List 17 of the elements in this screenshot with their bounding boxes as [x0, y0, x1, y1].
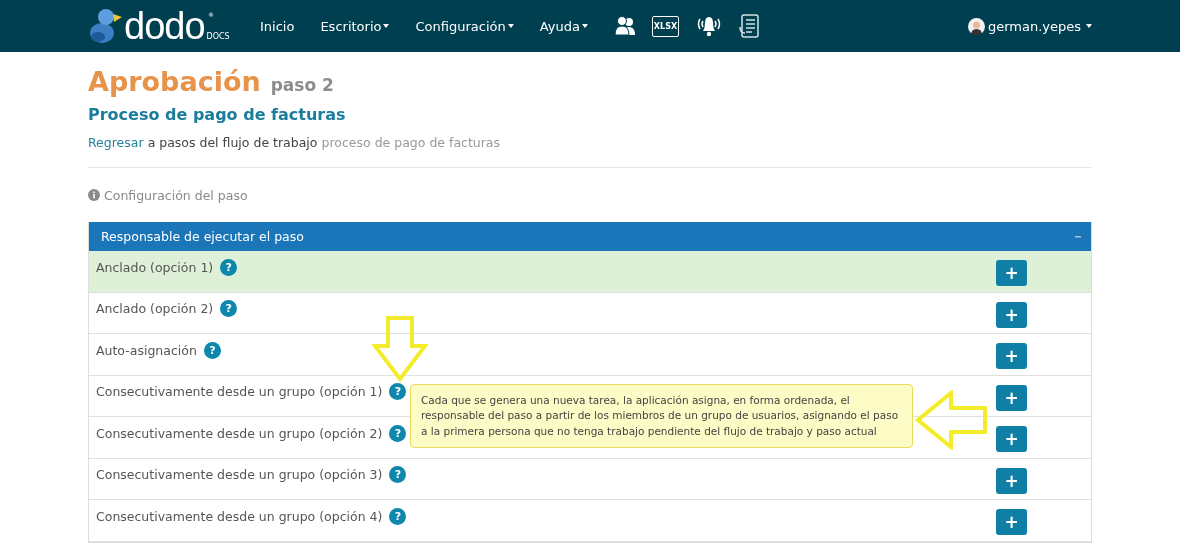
logo-text: dodo	[124, 7, 205, 45]
logo-subtext: DOCS	[206, 32, 230, 41]
option-label: Auto-asignación	[96, 342, 197, 358]
tooltip: Cada que se genera una nueva tarea, la aplicación asigna, en forma ordenada, el responsable del paso a partir de los miembros de un grupo de usuarios, asignando el paso a la primera persona que no tenga trabajo pendiente del flujo de trabajo y paso actual	[410, 383, 913, 448]
workflow-name: proceso de pago de facturas	[321, 135, 501, 150]
section-label: Configuración del paso	[104, 187, 248, 203]
breadcrumb-text: a pasos del flujo de trabajo	[147, 135, 318, 150]
option-label: Consecutivamente desde un grupo (opción 1)	[96, 384, 383, 400]
panel-title: Responsable de ejecutar el paso	[101, 229, 304, 244]
step-label: paso 2	[270, 75, 334, 95]
option-label: Anclado (opción 2)	[96, 301, 214, 317]
option-label: Consecutivamente desde un grupo (opción 2)	[96, 425, 383, 441]
page-title: Aprobación	[88, 66, 261, 97]
option-label: Anclado (opción 1)	[96, 259, 214, 275]
workflow-title: Proceso de pago de facturas	[88, 105, 347, 124]
option-label: Consecutivamente desde un grupo (opción 3)	[96, 467, 383, 483]
option-label: Consecutivamente desde un grupo (opción 4)	[96, 508, 383, 524]
